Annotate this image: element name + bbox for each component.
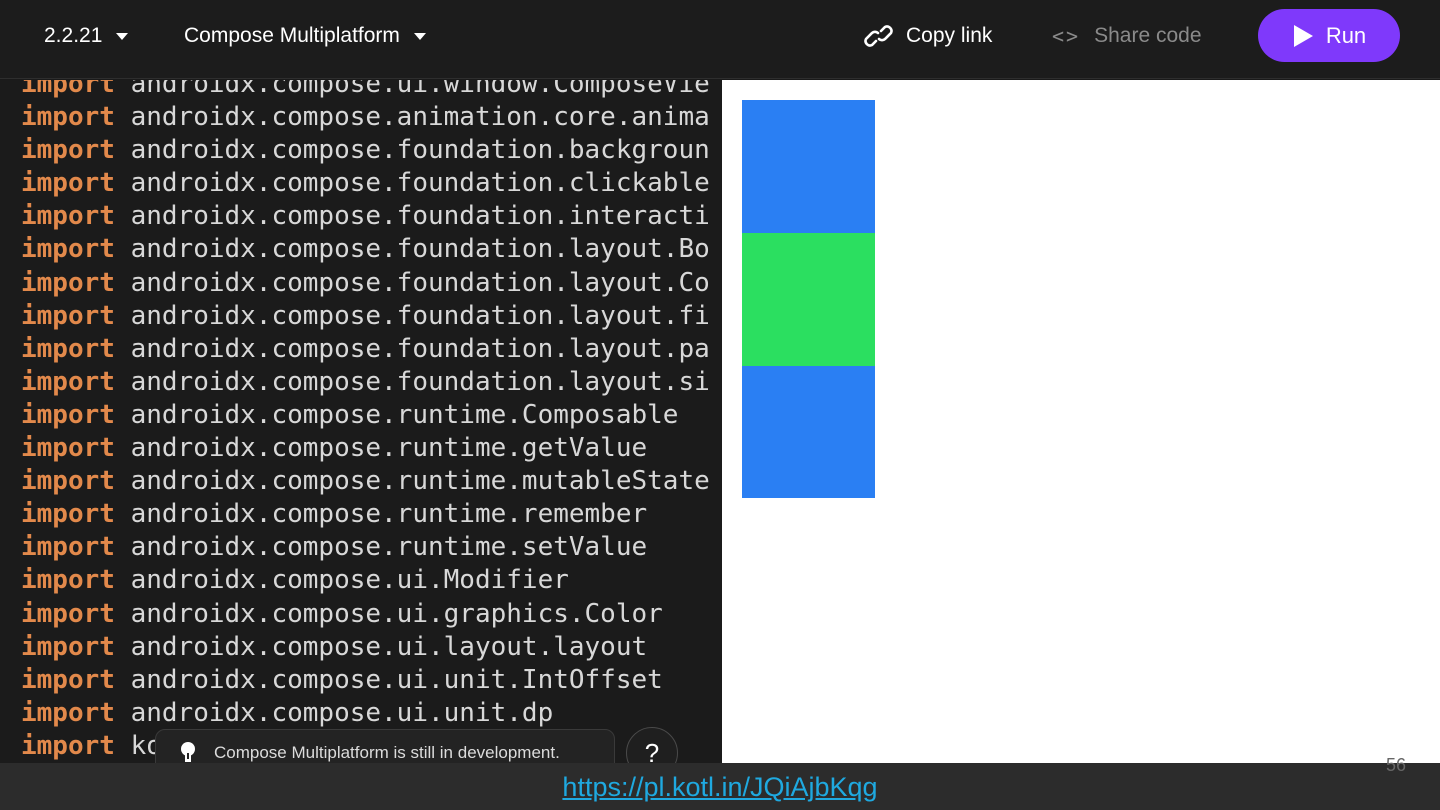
copy-link-label: Copy link [906,24,993,47]
import-path: androidx.compose.ui.graphics.Color [130,598,663,629]
code-line: import androidx.compose.runtime.setValue [21,531,710,564]
import-path: androidx.compose.animation.core.anima [130,102,710,133]
blue-box-bottom[interactable] [742,366,875,498]
import-path: androidx.compose.foundation.layout.fi [130,300,710,331]
code-line: import androidx.compose.foundation.layou… [21,267,710,300]
import-keyword: import [21,168,115,199]
version-label: 2.2.21 [44,24,103,47]
code-line: import androidx.compose.foundation.layou… [21,366,710,399]
import-path: androidx.compose.foundation.layout.Bo [130,234,710,265]
import-keyword: import [21,631,115,662]
import-path: androidx.compose.foundation.interacti [130,201,710,232]
import-path: androidx.compose.ui.Modifier [130,565,569,596]
code-brackets-icon: <> [1052,24,1081,48]
run-label: Run [1325,22,1367,48]
platform-dropdown[interactable]: Compose Multiplatform [184,0,426,72]
import-keyword: import [21,499,115,530]
import-keyword: import [21,135,115,166]
import-path: androidx.compose.ui.unit.IntOffset [130,664,663,695]
playground-link[interactable]: https://pl.kotl.in/JQiAjbKqg [0,772,1440,803]
copy-link-button[interactable]: Copy link [864,0,992,72]
import-path: androidx.compose.runtime.setValue [130,532,648,563]
code-line: import androidx.compose.runtime.mutableS… [21,465,710,498]
version-dropdown[interactable]: 2.2.21 [44,0,129,72]
code-line: import androidx.compose.runtime.getValue [21,432,710,465]
output-preview [722,80,1440,763]
import-path: androidx.compose.foundation.layout.pa [130,333,710,364]
import-keyword: import [21,102,115,133]
import-keyword: import [21,466,115,497]
import-path: androidx.compose.ui.unit.dp [130,697,554,728]
import-path: androidx.compose.foundation.clickable [130,168,710,199]
import-keyword: import [21,333,115,364]
import-keyword: import [21,598,115,629]
import-keyword: import [21,267,115,298]
import-keyword: import [21,433,115,464]
import-path: androidx.compose.ui.layout.layout [130,631,648,662]
blue-box-top[interactable] [742,100,875,233]
code-line: import androidx.compose.ui.window.Compos… [21,80,710,101]
code-line: import androidx.compose.ui.layout.layout [21,631,710,664]
import-keyword: import [21,697,115,728]
import-keyword: import [21,532,115,563]
import-path: androidx.compose.runtime.getValue [130,433,648,464]
chevron-down-icon [413,32,426,40]
notice-text: Compose Multiplatform is still in develo… [214,743,560,762]
import-path: androidx.compose.foundation.layout.Co [130,267,710,298]
play-icon [1293,24,1313,47]
import-keyword: import [21,366,115,397]
import-keyword: import [21,664,115,695]
code-line: import androidx.compose.ui.graphics.Colo… [21,598,710,631]
code-line: import androidx.compose.animation.core.a… [21,101,710,134]
code-line: import androidx.compose.ui.unit.IntOffse… [21,664,710,697]
chevron-down-icon [116,32,129,40]
platform-label: Compose Multiplatform [184,24,400,47]
share-code-label: Share code [1094,24,1202,47]
import-path: androidx.compose.runtime.remember [130,499,648,530]
import-keyword: import [21,730,115,761]
code-line: import androidx.compose.foundation.layou… [21,333,710,366]
green-box-middle[interactable] [742,233,875,366]
top-toolbar: 2.2.21 Compose Multiplatform Copy link <… [0,0,1440,79]
import-keyword: import [21,300,115,331]
import-keyword: import [21,234,115,265]
code-line: import androidx.compose.runtime.Composab… [21,399,710,432]
import-path: androidx.compose.runtime.mutableState [130,466,710,497]
import-path: androidx.compose.runtime.Composable [130,399,679,430]
import-path: androidx.compose.ui.window.ComposeVie [130,80,710,99]
run-button[interactable]: Run [1258,9,1400,62]
share-code-button[interactable]: <> Share code [1052,0,1202,72]
code-line: import androidx.compose.foundation.backg… [21,134,710,167]
code-lines: import androidx.compose.ui.window.Compos… [21,80,710,763]
code-editor[interactable]: import androidx.compose.ui.window.Compos… [0,80,721,763]
code-line: import androidx.compose.ui.Modifier [21,564,710,597]
slide-footer: 56 https://pl.kotl.in/JQiAjbKqg [0,755,1440,810]
code-line: import androidx.compose.foundation.inter… [21,200,710,233]
code-line: import androidx.compose.foundation.click… [21,167,710,200]
import-keyword: import [21,80,115,99]
import-keyword: import [21,201,115,232]
link-icon [864,25,893,47]
import-keyword: import [21,399,115,430]
import-path: androidx.compose.foundation.layout.si [130,366,710,397]
import-keyword: import [21,565,115,596]
code-line: import androidx.compose.runtime.remember [21,498,710,531]
code-line: import androidx.compose.ui.unit.dp [21,697,710,730]
code-line: import androidx.compose.foundation.layou… [21,233,710,266]
import-path: androidx.compose.foundation.backgroun [130,135,710,166]
code-line: import androidx.compose.foundation.layou… [21,300,710,333]
lightbulb-icon [181,742,195,762]
